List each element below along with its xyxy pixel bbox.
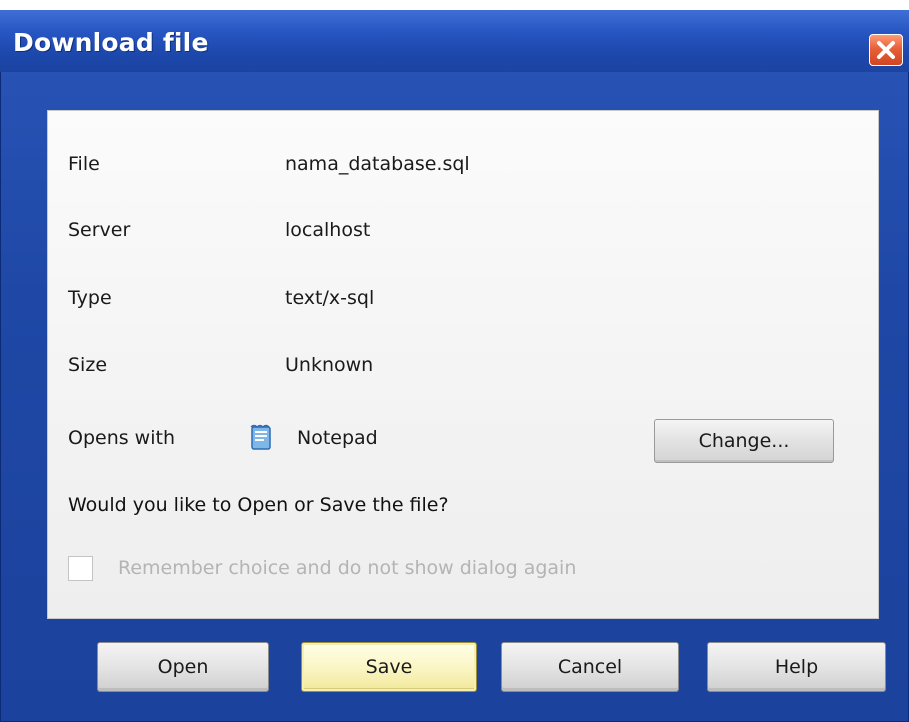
close-button[interactable]: [869, 34, 903, 66]
type-value: text/x-sql: [285, 287, 375, 309]
opens-with-value: Notepad: [297, 427, 378, 449]
close-x-icon: [877, 41, 895, 59]
server-value: localhost: [285, 219, 371, 241]
screen-top-strip: [0, 0, 909, 10]
file-info-panel: File nama_database.sql Server localhost …: [47, 110, 879, 619]
dialog-title: Download file: [13, 28, 209, 57]
dialog-titlebar[interactable]: Download file: [0, 10, 909, 72]
server-label: Server: [68, 219, 131, 241]
remember-choice-checkbox[interactable]: [68, 556, 93, 581]
size-value: Unknown: [285, 354, 374, 376]
type-label: Type: [68, 287, 112, 309]
open-button[interactable]: Open: [97, 642, 269, 692]
file-label: File: [68, 153, 100, 175]
size-label: Size: [68, 354, 108, 376]
opens-with-label: Opens with: [68, 427, 175, 449]
help-button[interactable]: Help: [707, 642, 886, 692]
remember-choice-label[interactable]: Remember choice and do not show dialog a…: [118, 557, 576, 579]
cancel-button[interactable]: Cancel: [501, 642, 679, 692]
save-button[interactable]: Save: [301, 642, 477, 692]
change-button[interactable]: Change...: [654, 419, 834, 463]
open-or-save-question: Would you like to Open or Save the file?: [68, 494, 449, 516]
file-value: nama_database.sql: [285, 153, 470, 175]
notepad-icon: [248, 423, 274, 451]
download-file-dialog: Download file File nama_database.sql Ser…: [0, 10, 909, 722]
